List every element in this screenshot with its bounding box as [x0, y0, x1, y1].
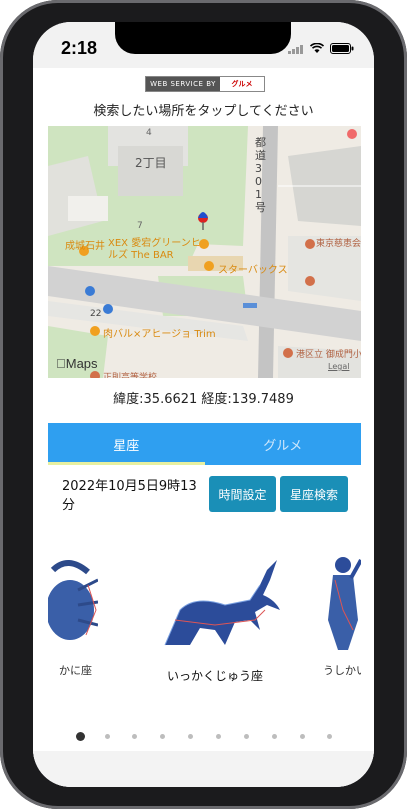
constellation-card-cancer[interactable]: かに座: [48, 528, 98, 708]
bootes-illustration: [328, 557, 361, 650]
page-indicator: [33, 732, 374, 742]
apple-maps-logo: Maps: [56, 356, 98, 371]
page-dot-2[interactable]: [105, 734, 110, 739]
monoceros-illustration: [164, 560, 280, 646]
map-label-jikei: 東京慈恵会医科大学 - 西新橋キャンパス: [316, 239, 361, 249]
banner-logo: グルメ: [220, 77, 264, 91]
page-dot-10[interactable]: [327, 734, 332, 739]
instruction-text: 検索したい場所をタップしてください: [93, 104, 314, 119]
tab-bar: 星座 グルメ: [48, 423, 361, 465]
tab-active-indicator: [48, 462, 205, 465]
constellation-card-monoceros[interactable]: いっかくじゅう座: [140, 528, 280, 728]
map-label-22: 22: [90, 309, 102, 319]
constellation-name-monoceros: いっかくじゅう座: [166, 669, 263, 683]
page-dot-1[interactable]: [76, 732, 85, 741]
constellation-carousel[interactable]: かに座 いっかくじゅう座 うしか: [48, 528, 361, 728]
time-row: 2022年10月5日9時13分 時間設定 星座検索: [48, 476, 361, 513]
constellation-card-bootes[interactable]: うしかい座: [323, 528, 361, 708]
datetime-text: 2022年10月5日9時13分: [62, 479, 197, 513]
page-dot-6[interactable]: [216, 734, 221, 739]
map-label-starbucks: スターバックス: [218, 265, 288, 276]
notch: [115, 22, 291, 54]
time-setting-button[interactable]: 時間設定: [209, 476, 276, 512]
maps-logo-text: Maps: [56, 356, 98, 371]
web-service-banner[interactable]: WEB SERVICE BY グルメ: [145, 76, 265, 92]
constellation-name-cancer: かに座: [59, 664, 92, 677]
map-label-school: 正則高等学校: [103, 373, 158, 378]
coordinates-text: 緯度:35.6621 経度:139.7489: [113, 392, 294, 407]
page-dot-8[interactable]: [272, 734, 277, 739]
status-icons: [288, 39, 354, 58]
tab-constellation[interactable]: 星座: [48, 423, 205, 465]
signal-icon: [288, 39, 304, 58]
page-dot-4[interactable]: [160, 734, 165, 739]
map-label-nikubaru: 肉バル×アヒージョ Trim: [103, 329, 216, 340]
main-content: WEB SERVICE BY グルメ 検索したい場所をタップしてください 2丁目…: [33, 68, 374, 787]
battery-icon: [330, 39, 354, 58]
status-time: 2:18: [61, 38, 98, 58]
map-label-narii: 成城石井: [65, 241, 105, 252]
tab-gourmet[interactable]: グルメ: [205, 423, 362, 465]
tab-gourmet-label: グルメ: [263, 438, 303, 454]
map-label-road: 都道301号: [255, 136, 266, 214]
phone-frame: 2:18 WEB SERVICE BY グルメ 検索したい場所をタップしてくださ…: [0, 0, 407, 809]
page-dot-7[interactable]: [244, 734, 249, 739]
page-dot-9[interactable]: [300, 734, 305, 739]
page-dot-3[interactable]: [132, 734, 137, 739]
bottom-bar: [33, 751, 374, 787]
banner-left-text: WEB SERVICE BY: [146, 77, 220, 91]
map-label-district: 2丁目: [135, 156, 167, 170]
screen: 2:18 WEB SERVICE BY グルメ 検索したい場所をタップしてくださ…: [33, 22, 374, 787]
map-legal-link[interactable]: Legal: [328, 362, 349, 371]
map-view[interactable]: 2丁目 4 7 22 都道301号 成城石井 XEX 愛宕グリーンヒルズ The…: [48, 126, 361, 378]
tab-constellation-label: 星座: [113, 438, 140, 454]
constellation-name-bootes: うしかい座: [323, 664, 361, 677]
map-label-minato: 港区立 御成門小学校: [296, 350, 361, 360]
map-label-7: 7: [137, 221, 143, 231]
constellation-search-button[interactable]: 星座検索: [280, 476, 348, 512]
map-label-xex: XEX 愛宕グリーンヒルズ The BAR: [108, 238, 201, 261]
cancer-illustration: [48, 560, 98, 640]
map-label-4: 4: [146, 128, 152, 138]
wifi-icon: [309, 39, 325, 58]
page-dot-5[interactable]: [188, 734, 193, 739]
